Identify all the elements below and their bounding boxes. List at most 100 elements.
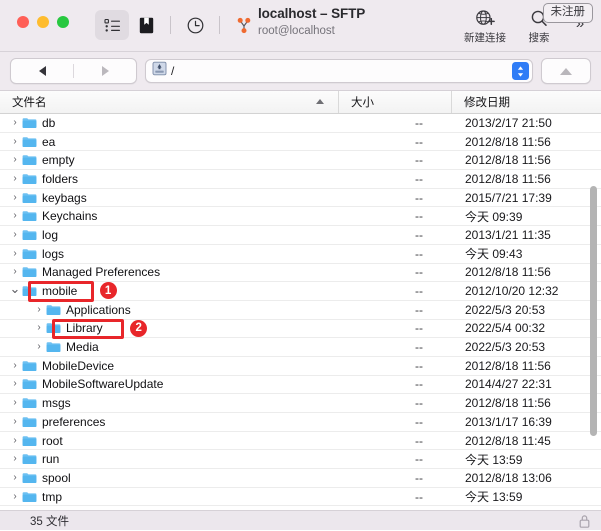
lock-icon[interactable] <box>578 514 591 531</box>
path-stepper-button[interactable] <box>512 62 529 80</box>
table-row[interactable]: › root -- 2012/8/18 11:45 <box>0 432 601 451</box>
file-name-cell[interactable]: › msgs <box>0 396 338 410</box>
disclosure-collapsed-icon[interactable]: › <box>32 342 46 352</box>
column-header-size[interactable]: 大小 <box>338 91 451 113</box>
disclosure-collapsed-icon[interactable]: › <box>8 211 22 221</box>
disclosure-collapsed-icon[interactable]: › <box>8 398 22 408</box>
disclosure-expanded-icon[interactable]: ⌄ <box>8 284 22 295</box>
table-row[interactable]: › empty -- 2012/8/18 11:56 <box>0 151 601 171</box>
parent-directory-button[interactable] <box>541 58 591 84</box>
file-name-label: Library <box>66 321 103 336</box>
file-name-cell[interactable]: › Media <box>0 340 338 354</box>
file-list[interactable]: › db -- 2013/2/17 21:50 › ea -- 2012/8/18 11:56… <box>0 114 601 510</box>
forward-button[interactable] <box>74 59 136 83</box>
disclosure-collapsed-icon[interactable]: › <box>8 155 22 165</box>
table-row[interactable]: › tmp -- 今天 13:59 <box>0 488 601 507</box>
table-row[interactable]: › run -- 今天 13:59 <box>0 450 601 470</box>
table-row[interactable]: › folders -- 2012/8/18 11:56 <box>0 170 601 189</box>
file-name-cell[interactable]: › folders <box>0 172 338 186</box>
file-name-cell[interactable]: › log <box>0 228 338 242</box>
file-name-label: spool <box>42 470 71 485</box>
file-name-cell[interactable]: › Managed Preferences <box>0 265 338 279</box>
table-row[interactable]: › spool -- 2012/8/18 13:06 <box>0 469 601 488</box>
file-name-cell[interactable]: › keybags <box>0 191 338 205</box>
disclosure-collapsed-icon[interactable]: › <box>32 323 46 333</box>
history-clock-icon[interactable] <box>178 10 212 40</box>
table-row[interactable]: › keybags -- 2015/7/21 17:39 <box>0 189 601 208</box>
table-row[interactable]: › Library -- 2022/5/4 00:32 <box>0 320 601 339</box>
disclosure-collapsed-icon[interactable]: › <box>8 136 22 147</box>
list-view-icon[interactable] <box>95 10 129 40</box>
file-name-cell[interactable]: › tmp <box>0 490 338 504</box>
back-button[interactable] <box>11 59 73 83</box>
file-date-cell: 今天 09:43 <box>465 247 523 262</box>
disclosure-collapsed-icon[interactable]: › <box>8 360 22 371</box>
file-name-cell[interactable]: › empty <box>0 153 338 167</box>
table-row[interactable]: › logs -- 今天 09:43 <box>0 245 601 264</box>
close-window-button[interactable] <box>17 16 29 28</box>
table-row[interactable]: › Managed Preferences -- 2012/8/18 11:56 <box>0 264 601 283</box>
disclosure-collapsed-icon[interactable]: › <box>8 267 22 277</box>
table-row[interactable]: › ea -- 2012/8/18 11:56 <box>0 133 601 152</box>
minimize-window-button[interactable] <box>37 16 49 28</box>
file-date-cell: 2012/10/20 12:32 <box>465 284 559 299</box>
file-name-cell[interactable]: › MobileDevice <box>0 359 338 373</box>
file-name-cell[interactable]: › ea <box>0 135 338 149</box>
disclosure-collapsed-icon[interactable]: › <box>8 491 22 502</box>
disclosure-collapsed-icon[interactable]: › <box>8 472 22 483</box>
file-rows-container: › db -- 2013/2/17 21:50 › ea -- 2012/8/18 11:56… <box>0 114 601 507</box>
toolbar-left-group <box>95 10 261 40</box>
chevron-up-icon <box>560 67 572 75</box>
vertical-scrollbar[interactable] <box>590 186 597 436</box>
maximize-window-button[interactable] <box>57 16 69 28</box>
column-header-date[interactable]: 修改日期 <box>451 91 601 113</box>
column-header-size-label: 大小 <box>351 97 374 109</box>
file-name-cell[interactable]: › db <box>0 116 338 130</box>
table-row[interactable]: › msgs -- 2012/8/18 11:56 <box>0 394 601 413</box>
bookmark-icon[interactable] <box>129 10 163 40</box>
disclosure-collapsed-icon[interactable]: › <box>8 248 22 259</box>
table-row[interactable]: › Media -- 2022/5/3 20:53 <box>0 338 601 357</box>
file-name-cell[interactable]: › Keychains <box>0 209 338 223</box>
folder-icon <box>22 192 37 204</box>
file-size-cell: -- <box>415 302 423 317</box>
table-row[interactable]: › log -- 2013/1/21 11:35 <box>0 226 601 245</box>
table-row[interactable]: › MobileSoftwareUpdate -- 2014/4/27 22:31 <box>0 376 601 395</box>
column-header-name[interactable]: 文件名 <box>0 91 338 113</box>
file-date-cell: 2012/8/18 11:45 <box>465 433 551 448</box>
file-size-cell: -- <box>415 153 423 168</box>
path-input[interactable]: / <box>145 59 533 83</box>
disclosure-collapsed-icon[interactable]: › <box>8 117 22 128</box>
file-name-cell[interactable]: › run <box>0 452 338 466</box>
file-name-cell[interactable]: ⌄ mobile <box>0 284 338 298</box>
file-name-cell[interactable]: › Applications <box>0 303 338 317</box>
table-row[interactable]: › MobileDevice -- 2012/8/18 11:56 <box>0 357 601 376</box>
file-name-cell[interactable]: › Library <box>0 321 338 335</box>
disclosure-collapsed-icon[interactable]: › <box>32 304 46 315</box>
disclosure-collapsed-icon[interactable]: › <box>8 379 22 389</box>
disclosure-collapsed-icon[interactable]: › <box>8 416 22 427</box>
table-row[interactable]: › preferences -- 2013/1/17 16:39 <box>0 413 601 432</box>
unregistered-badge[interactable]: 未注册 <box>542 3 593 24</box>
file-size-cell: -- <box>415 470 423 485</box>
disclosure-collapsed-icon[interactable]: › <box>8 173 22 184</box>
file-name-cell[interactable]: › logs <box>0 247 338 261</box>
folder-icon <box>22 453 37 465</box>
disclosure-collapsed-icon[interactable]: › <box>8 192 22 203</box>
share-nodes-icon[interactable] <box>227 10 261 40</box>
file-name-cell[interactable]: › MobileSoftwareUpdate <box>0 377 338 391</box>
file-name-cell[interactable]: › preferences <box>0 415 338 429</box>
disclosure-collapsed-icon[interactable]: › <box>8 435 22 446</box>
file-name-cell[interactable]: › spool <box>0 471 338 485</box>
disclosure-collapsed-icon[interactable]: › <box>8 229 22 240</box>
table-row[interactable]: › db -- 2013/2/17 21:50 <box>0 114 601 133</box>
back-forward-segment <box>10 58 137 84</box>
new-connection-button[interactable]: 新建连接 <box>459 4 511 45</box>
table-row[interactable]: ⌄ mobile -- 2012/10/20 12:32 <box>0 282 601 301</box>
file-name-label: empty <box>42 153 75 168</box>
table-row[interactable]: › Applications -- 2022/5/3 20:53 <box>0 301 601 320</box>
file-size-cell: -- <box>415 358 423 373</box>
disclosure-collapsed-icon[interactable]: › <box>8 454 22 464</box>
table-row[interactable]: › Keychains -- 今天 09:39 <box>0 207 601 227</box>
file-name-cell[interactable]: › root <box>0 434 338 448</box>
